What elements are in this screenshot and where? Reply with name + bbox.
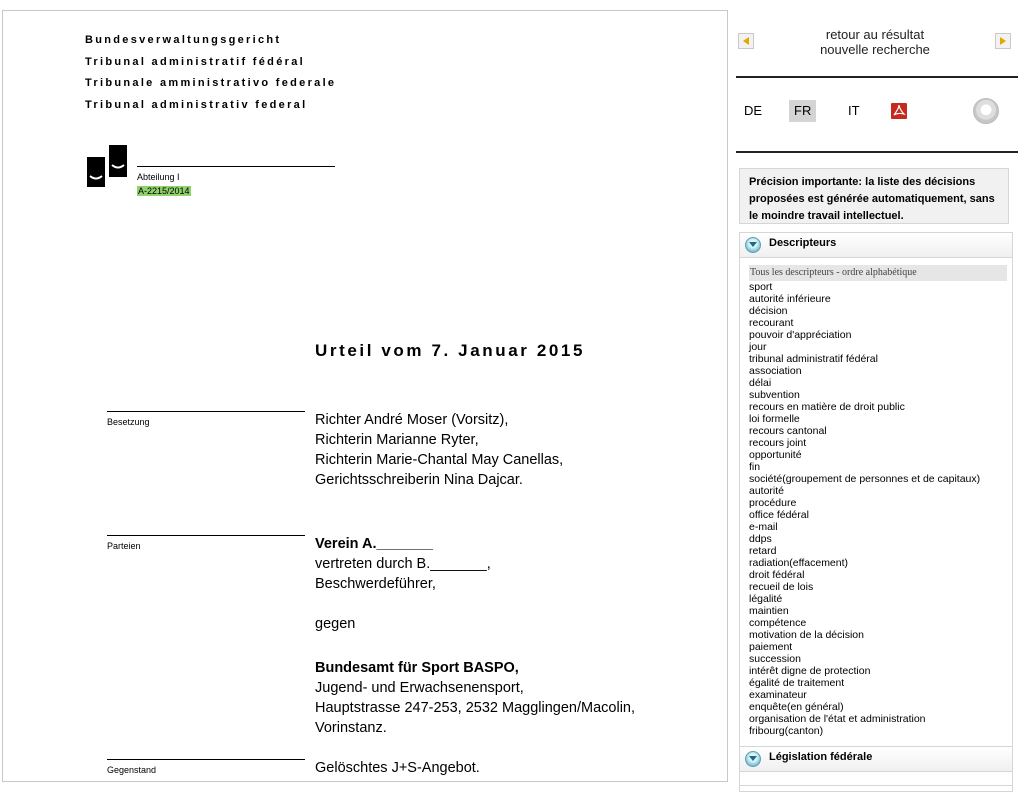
descriptor-item[interactable]: opportunité xyxy=(749,449,1007,461)
judgment-title: Urteil vom 7. Januar 2015 xyxy=(315,341,586,360)
descriptor-item[interactable]: compétence xyxy=(749,617,1007,629)
besetzung-divider xyxy=(107,411,305,412)
descriptor-item[interactable]: recours joint xyxy=(749,437,1007,449)
subject-text: Gelöschtes J+S-Angebot. xyxy=(315,760,480,776)
versus-text: gegen xyxy=(315,616,356,632)
header-divider xyxy=(137,166,335,167)
language-de[interactable]: DE xyxy=(739,100,767,122)
parteien-label: Parteien xyxy=(107,541,141,551)
descriptor-list: Tous les descripteurs - ordre alphabétiq… xyxy=(749,265,1007,737)
descriptor-item[interactable]: organisation de l'état et administration xyxy=(749,713,1007,725)
descriptor-item[interactable]: égalité de traitement xyxy=(749,677,1007,689)
descriptor-item[interactable]: droit fédéral xyxy=(749,569,1007,581)
court-name-rm: Tribunal administrativ federal xyxy=(85,99,308,111)
appellant-name: Verein A._______ xyxy=(315,536,433,552)
record-icon[interactable] xyxy=(973,98,999,124)
gegenstand-label: Gegenstand xyxy=(107,765,157,775)
clerk-line: Gerichtsschreiberin Nina Dajcar. xyxy=(315,472,523,488)
descriptors-section: Descripteurs Tous les descripteurs - ord… xyxy=(739,232,1013,792)
descriptor-item[interactable]: ddps xyxy=(749,533,1007,545)
descriptor-item[interactable]: office fédéral xyxy=(749,509,1007,521)
descriptor-item[interactable]: recours en matière de droit public xyxy=(749,401,1007,413)
next-result-button[interactable] xyxy=(995,33,1011,49)
descriptor-item[interactable]: fin xyxy=(749,461,1007,473)
descriptor-item[interactable]: subvention xyxy=(749,389,1007,401)
descriptor-item[interactable]: procédure xyxy=(749,497,1007,509)
descriptor-item[interactable]: délai xyxy=(749,377,1007,389)
court-name-de: Bundesverwaltungsgericht xyxy=(85,34,282,46)
disclaimer-notice: Précision importante: la liste des décis… xyxy=(739,168,1009,224)
descriptor-item[interactable]: paiement xyxy=(749,641,1007,653)
descriptor-item[interactable]: intérêt digne de protection xyxy=(749,665,1007,677)
descriptor-item[interactable]: décision xyxy=(749,305,1007,317)
legislation-section: Législation fédérale xyxy=(739,746,1013,786)
descriptor-item[interactable]: fribourg(canton) xyxy=(749,725,1007,737)
court-logo-icon xyxy=(87,145,131,193)
expand-toggle-icon xyxy=(745,237,761,253)
legislation-header[interactable]: Législation fédérale xyxy=(740,747,1012,772)
descriptor-item[interactable]: maintien xyxy=(749,605,1007,617)
pdf-icon[interactable] xyxy=(890,102,908,120)
case-number: A-2215/2014 xyxy=(137,186,191,196)
descriptor-item[interactable]: jour xyxy=(749,341,1007,353)
descriptor-item[interactable]: succession xyxy=(749,653,1007,665)
descriptor-item[interactable]: radiation(effacement) xyxy=(749,557,1007,569)
descriptor-item[interactable]: recourant xyxy=(749,317,1007,329)
court-name-it: Tribunale amministrativo federale xyxy=(85,77,337,89)
descriptor-item[interactable]: tribunal administratif fédéral xyxy=(749,353,1007,365)
respondent-line: Jugend- und Erwachsenensport, xyxy=(315,680,524,696)
arrow-left-icon xyxy=(743,37,749,45)
language-it[interactable]: IT xyxy=(843,100,865,122)
descriptor-item[interactable]: examinateur xyxy=(749,689,1007,701)
expand-toggle-icon xyxy=(745,751,761,767)
judge-line: Richter André Moser (Vorsitz), xyxy=(315,412,509,428)
descriptor-item[interactable]: retard xyxy=(749,545,1007,557)
new-search-link[interactable]: nouvelle recherche xyxy=(790,42,960,57)
language-fr[interactable]: FR xyxy=(789,100,817,122)
descriptor-item[interactable]: autorité inférieure xyxy=(749,293,1007,305)
judge-line: Richterin Marianne Ryter, xyxy=(315,432,479,448)
division-label: Abteilung I xyxy=(137,172,180,182)
decision-document: Bundesverwaltungsgericht Tribunal admini… xyxy=(2,10,728,782)
appellant-representative: vertreten durch B._______, xyxy=(315,556,491,572)
descriptor-item[interactable]: pouvoir d'appréciation xyxy=(749,329,1007,341)
parteien-divider xyxy=(107,535,305,536)
back-to-results-link[interactable]: retour au résultat xyxy=(790,27,960,42)
descriptor-item[interactable]: autorité xyxy=(749,485,1007,497)
descriptor-item[interactable]: motivation de la décision xyxy=(749,629,1007,641)
respondent-line: Hauptstrasse 247-253, 2532 Magglingen/Ma… xyxy=(315,700,636,716)
descriptor-item[interactable]: association xyxy=(749,365,1007,377)
previous-result-button[interactable] xyxy=(738,33,754,49)
panel-divider xyxy=(736,76,1018,78)
arrow-right-icon xyxy=(1000,37,1006,45)
legislation-title: Législation fédérale xyxy=(769,751,873,763)
descriptor-item[interactable]: e-mail xyxy=(749,521,1007,533)
descriptors-title: Descripteurs xyxy=(769,237,837,249)
descriptor-item[interactable]: enquête(en général) xyxy=(749,701,1007,713)
gegenstand-divider xyxy=(107,759,305,760)
panel-divider xyxy=(736,151,1018,153)
side-panel: retour au résultat nouvelle recherche DE… xyxy=(730,10,1024,792)
descriptor-item[interactable]: société(groupement de personnes et de ca… xyxy=(749,473,1007,485)
descriptor-item[interactable]: recours cantonal xyxy=(749,425,1007,437)
descriptor-item[interactable]: loi formelle xyxy=(749,413,1007,425)
judge-line: Richterin Marie-Chantal May Canellas, xyxy=(315,452,564,468)
respondent-name: Bundesamt für Sport BASPO, xyxy=(315,660,519,676)
descriptor-item[interactable]: recueil de lois xyxy=(749,581,1007,593)
descriptors-header[interactable]: Descripteurs xyxy=(740,233,1012,258)
respondent-line: Vorinstanz. xyxy=(315,720,387,736)
descriptor-item[interactable]: sport xyxy=(749,281,1007,293)
besetzung-label: Besetzung xyxy=(107,417,150,427)
descriptor-list-header: Tous les descripteurs - ordre alphabétiq… xyxy=(749,265,1007,281)
appellant-role: Beschwerdeführer, xyxy=(315,576,436,592)
descriptor-item[interactable]: légalité xyxy=(749,593,1007,605)
court-name-fr: Tribunal administratif fédéral xyxy=(85,56,305,68)
